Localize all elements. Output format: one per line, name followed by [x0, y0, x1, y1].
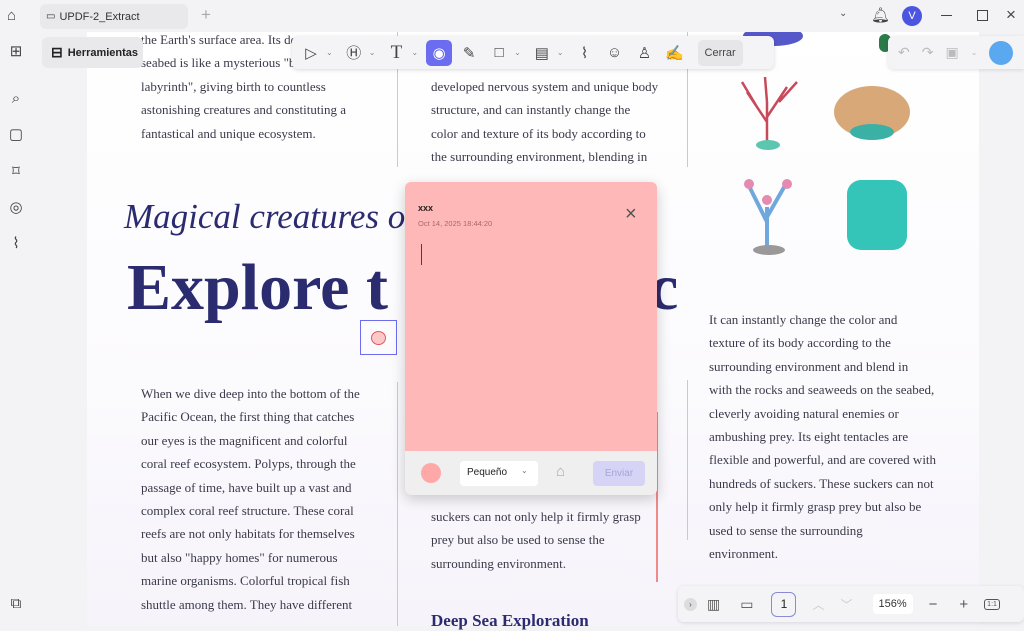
bookmark-icon[interactable]: ⌑: [6, 162, 26, 182]
close-window-button[interactable]: ×: [1006, 5, 1016, 25]
page-number-input[interactable]: 1: [771, 591, 797, 617]
sponge-coral-image: [834, 86, 910, 140]
ai-assistant-icon[interactable]: [989, 40, 1014, 65]
sticker-tool-icon[interactable]: ☺: [602, 40, 628, 66]
measure-tool-icon[interactable]: ▤: [529, 40, 555, 66]
middle-body-text: suckers can not only help it firmly gras…: [431, 509, 641, 571]
layers-icon[interactable]: ⧉: [6, 594, 26, 614]
shape-tool-icon[interactable]: □: [486, 40, 512, 66]
section-heading: Deep Sea Exploration: [431, 611, 589, 630]
page-navigation-bar: › ▥ ▭ 1 ︿ ﹀ 156% − + 1:1: [678, 586, 1024, 622]
column-divider: [397, 382, 398, 626]
annotation-toolbar: ▷ ⌄ Ⓗ ⌄ T ⌄ ◉ ✎ □ ⌄ ▤ ⌄ ⌇ ☺ ♙ ✍ Cerrar: [292, 36, 774, 69]
reading-mode-icon[interactable]: ▥: [707, 596, 720, 613]
pages-icon[interactable]: ▢: [6, 125, 26, 145]
red-coral-image: [740, 76, 798, 142]
close-note-icon[interactable]: ×: [625, 204, 637, 224]
maximize-button[interactable]: [977, 10, 988, 21]
tools-button[interactable]: ⊟ Herramientas: [42, 37, 143, 68]
chevron-down-icon[interactable]: ⌄: [411, 48, 418, 57]
chevron-down-icon[interactable]: ⌄: [839, 8, 847, 19]
actual-size-button[interactable]: 1:1: [984, 598, 1000, 610]
stamp-tool-icon[interactable]: ♙: [632, 40, 658, 66]
text-cursor: [421, 244, 422, 265]
tab-document[interactable]: ▭ UPDF-2_Extract: [40, 4, 188, 29]
left-body-text: When we dive deep into the bottom of the…: [141, 386, 360, 612]
chevron-down-icon[interactable]: ⌄: [369, 48, 376, 57]
chevron-down-icon[interactable]: ⌄: [326, 48, 333, 57]
comment-icon: [371, 330, 386, 345]
note-author: xxx: [418, 203, 434, 213]
zoom-in-icon[interactable]: +: [959, 596, 968, 613]
attachment-tool-icon[interactable]: ⌇: [572, 40, 598, 66]
search-icon[interactable]: ⌕: [6, 89, 26, 109]
headline: Explore t: [127, 251, 388, 324]
middle-top-text: developed nervous system and unique body…: [431, 79, 659, 165]
sticky-note-popup: xxx Oct 14, 2025 18:44:20 × Pequeño ⌄ ⌂ …: [405, 182, 657, 495]
tab-title: UPDF-2_Extract: [59, 10, 140, 23]
toolbox-icon: ⊟: [51, 44, 63, 60]
chevron-down-icon[interactable]: ⌄: [557, 48, 564, 57]
new-tab-button[interactable]: +: [201, 5, 211, 25]
chevron-down-icon[interactable]: ⌄: [971, 48, 978, 57]
left-sidebar: ⊞ ⌕ ▢ ⌑ ◎ ⌇ ⧉: [0, 32, 32, 626]
close-toolbar-button[interactable]: Cerrar: [697, 39, 743, 66]
sticky-note-tool-icon[interactable]: ◉: [426, 39, 453, 66]
font-size-dropdown[interactable]: Pequeño ⌄: [460, 461, 538, 486]
teal-coral-image: [847, 180, 907, 250]
tools-label: Herramientas: [67, 46, 139, 59]
signature-tool-icon[interactable]: ✍: [662, 40, 688, 66]
notification-bell-icon[interactable]: 🔔︎: [871, 6, 890, 24]
select-tool-icon[interactable]: ▷: [298, 40, 324, 66]
note-footer: Pequeño ⌄ ⌂ Enviar: [405, 451, 657, 495]
home-icon[interactable]: ⌂: [7, 7, 16, 24]
note-color-picker[interactable]: [421, 463, 441, 483]
minimize-button[interactable]: [941, 15, 952, 16]
pencil-tool-icon[interactable]: ✎: [456, 40, 482, 66]
previous-page-icon[interactable]: ︿: [812, 596, 824, 613]
document-icon: ▭: [46, 11, 56, 22]
right-body-text: It can instantly change the color and tex…: [709, 312, 937, 562]
chevron-down-icon[interactable]: ⌄: [514, 48, 521, 57]
attachment-icon[interactable]: ⌇: [6, 234, 26, 254]
highlight-tool-icon[interactable]: Ⓗ: [341, 40, 367, 66]
undo-icon[interactable]: ↶: [898, 44, 910, 61]
note-text-input[interactable]: [418, 242, 644, 442]
comments-icon[interactable]: ◎: [6, 198, 26, 218]
redo-icon[interactable]: ↷: [922, 44, 934, 61]
presentation-icon[interactable]: ▭: [740, 596, 753, 613]
next-page-icon[interactable]: ﹀: [840, 596, 852, 613]
clear-brush-icon[interactable]: ⌂: [556, 463, 565, 480]
subtitle: Magical creatures o: [124, 197, 406, 236]
zoom-out-icon[interactable]: −: [929, 596, 938, 613]
thumbnails-icon[interactable]: ⊞: [6, 42, 26, 62]
expand-icon[interactable]: ›: [684, 597, 697, 611]
text-tool-icon[interactable]: T: [383, 40, 409, 66]
history-toolbar: ↶ ↷ ▣ ⌄: [888, 36, 1024, 69]
chevron-down-icon: ⌄: [521, 466, 528, 475]
font-size-value: Pequeño: [467, 467, 508, 478]
column-divider: [687, 380, 688, 540]
zoom-level[interactable]: 156%: [872, 594, 913, 614]
note-timestamp: Oct 14, 2025 18:44:20: [418, 219, 493, 228]
sticky-note-marker[interactable]: [360, 320, 397, 355]
pink-coral-image: [745, 181, 789, 247]
avatar[interactable]: V: [902, 6, 922, 26]
send-button[interactable]: Enviar: [593, 461, 645, 486]
save-icon[interactable]: ▣: [945, 44, 958, 61]
